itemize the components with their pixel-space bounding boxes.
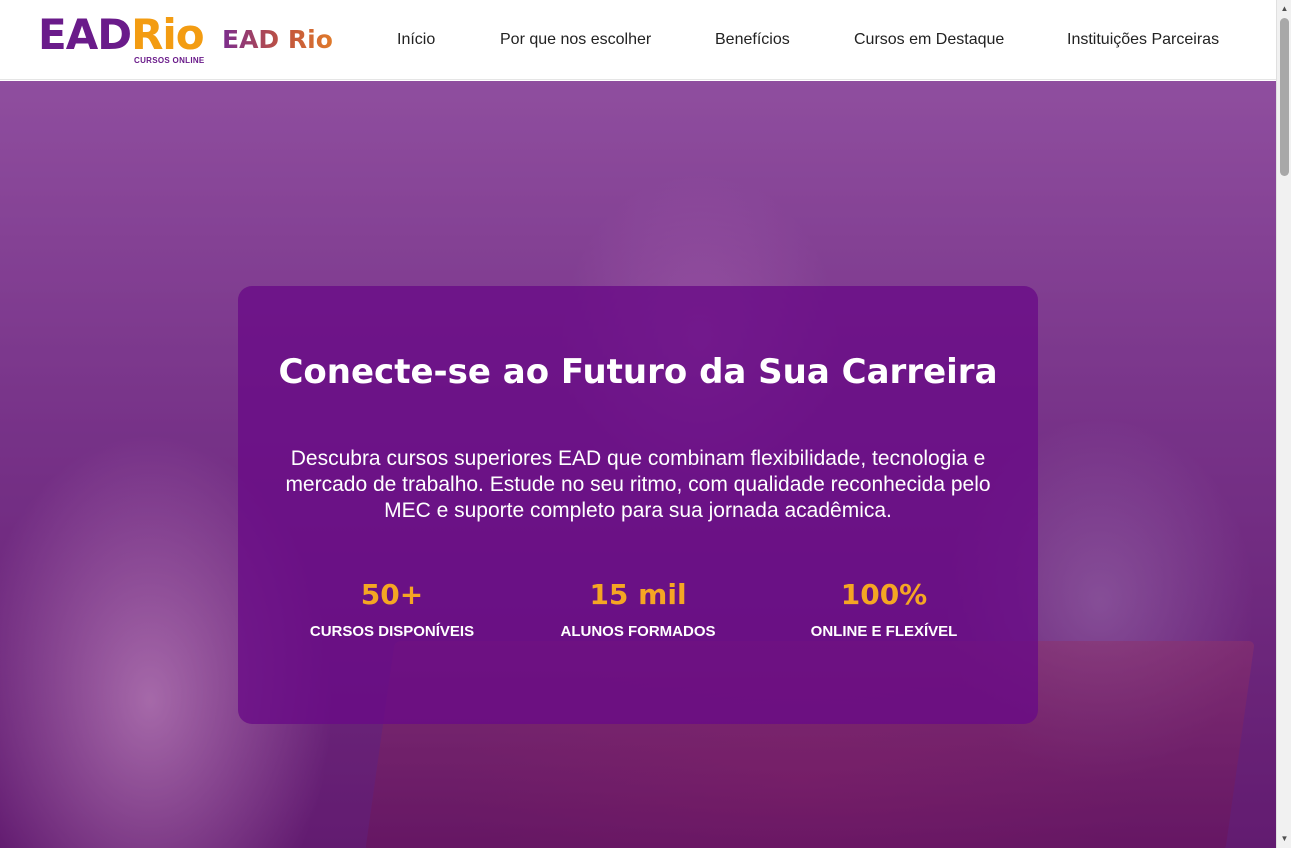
stat-value: 100% [840,578,928,611]
hero-description: Descubra cursos superiores EAD que combi… [285,447,991,522]
stat-cursos: 50+ CURSOS DISPONÍVEIS [292,576,492,642]
nav-link-por-que-nos-escolher[interactable]: Por que nos escolher [500,31,651,49]
logo-rio-text: Rio [131,10,205,59]
logo-ead-text: EAD [38,10,132,59]
stat-value: 50+ [360,578,424,611]
page-scrollbar[interactable]: ▲ ▼ [1276,0,1291,848]
nav-link-beneficios[interactable]: Benefícios [715,31,790,49]
nav-link-cursos-em-destaque[interactable]: Cursos em Destaque [854,31,1004,49]
triangle-down-icon[interactable]: ▼ [1277,832,1291,846]
scrollbar-thumb[interactable] [1280,18,1289,176]
hero-title: Conecte-se ao Futuro da Sua Carreira [278,352,998,392]
logo-subtitle: CURSOS ONLINE [134,56,205,65]
hero-card: Conecte-se ao Futuro da Sua Carreira Des… [238,286,1038,724]
stat-label: ALUNOS FORMADOS [560,623,716,640]
stat-value: 15 mil [589,578,687,611]
brand-name[interactable]: EAD Rio [222,24,333,56]
hero-section: Conecte-se ao Futuro da Sua Carreira Des… [0,81,1276,848]
nav-link-inicio[interactable]: Início [397,31,435,49]
stat-label: CURSOS DISPONÍVEIS [309,623,475,640]
site-header: EADRio CURSOS ONLINE EAD Rio Início Por … [0,0,1276,80]
logo-wordmark: EADRio [38,14,210,56]
stat-alunos: 15 mil ALUNOS FORMADOS [538,576,738,642]
site-logo[interactable]: EADRio CURSOS ONLINE [38,14,210,68]
triangle-up-icon[interactable]: ▲ [1277,2,1291,16]
stat-online: 100% ONLINE E FLEXÍVEL [784,576,984,642]
nav-link-instituicoes-parceiras[interactable]: Instituições Parceiras [1067,31,1219,49]
stat-label: ONLINE E FLEXÍVEL [810,623,958,640]
